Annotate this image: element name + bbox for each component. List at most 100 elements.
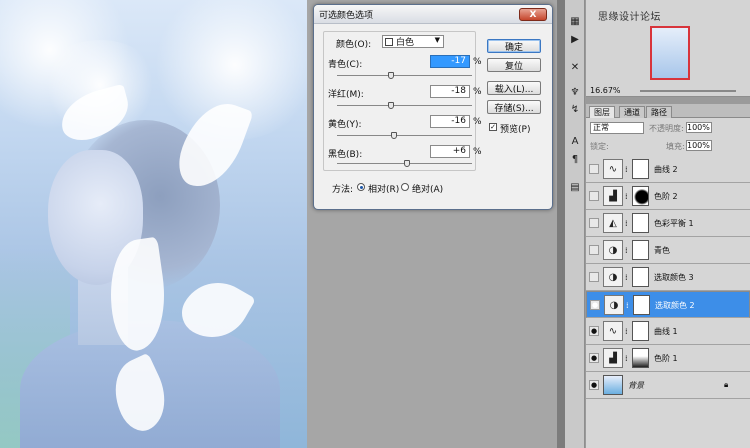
layer-name: 曲线 2 <box>654 165 678 174</box>
chain-link-icon[interactable]: ⁞ <box>625 327 628 336</box>
yellow-percent: % <box>473 117 482 127</box>
layer-row[interactable]: ◑ ⁞ 青色 <box>586 237 750 264</box>
colors-label: 颜色(O): <box>336 40 372 50</box>
history-icon[interactable]: ▦ <box>568 14 582 28</box>
chain-link-icon[interactable]: ⁞ <box>625 246 628 255</box>
chain-link-icon[interactable]: ⁞ <box>625 165 628 174</box>
tab-layers[interactable]: 图层 <box>589 106 615 118</box>
layer-name: 色阶 2 <box>654 192 678 201</box>
info-icon[interactable]: ▤ <box>568 180 582 194</box>
zoom-level[interactable]: 16.67% <box>590 86 621 95</box>
layer-name: 色阶 1 <box>654 354 678 363</box>
levels-icon: ▟ <box>603 348 623 368</box>
magenta-label: 洋红(M): <box>328 90 364 100</box>
chain-link-icon[interactable]: ⁞ <box>625 273 628 282</box>
layer-mask-thumbnail[interactable] <box>632 213 649 233</box>
visibility-eye-icon[interactable] <box>589 164 599 174</box>
visibility-eye-icon[interactable] <box>589 191 599 201</box>
layer-mask-thumbnail[interactable] <box>632 159 649 179</box>
cyan-slider-thumb[interactable] <box>388 72 394 79</box>
layer-mask-thumbnail[interactable] <box>632 267 649 287</box>
yellow-label: 黄色(Y): <box>328 120 362 130</box>
save-button[interactable]: 存储(S)... <box>487 100 541 114</box>
layer-mask-thumbnail[interactable] <box>632 321 649 341</box>
layer-row[interactable]: ● ∿ ⁞ 曲线 1 <box>586 318 750 345</box>
layer-mask-thumbnail[interactable] <box>633 295 650 315</box>
dialog-title: 可选颜色选项 <box>314 5 552 24</box>
layer-row[interactable]: ● 背景 🔒︎ <box>586 372 750 399</box>
layer-row[interactable]: ▟ ⁞ 色阶 2 <box>586 183 750 210</box>
method-relative-radio[interactable] <box>357 183 365 191</box>
load-button[interactable]: 载入(L)... <box>487 81 541 95</box>
visibility-eye-icon[interactable]: ● <box>589 353 599 363</box>
cyan-value-input[interactable]: -17 <box>430 55 470 68</box>
tab-paths[interactable]: 路径 <box>646 106 672 118</box>
brush-tool-icon[interactable]: ✕ <box>568 60 582 74</box>
opacity-input[interactable]: 100% <box>686 122 712 133</box>
yellow-slider-track[interactable] <box>337 135 472 136</box>
visibility-eye-icon[interactable]: ● <box>589 326 599 336</box>
chevron-down-icon: ▼ <box>434 36 440 44</box>
panel-divider <box>557 0 565 448</box>
cyan-slider-track[interactable] <box>337 75 472 76</box>
close-button[interactable]: X <box>519 8 547 21</box>
layer-mask-thumbnail[interactable] <box>632 186 649 206</box>
magenta-slider-track[interactable] <box>337 105 472 106</box>
magenta-value-input[interactable]: -18 <box>430 85 470 98</box>
visibility-eye-icon[interactable]: ● <box>590 300 600 310</box>
layer-row[interactable]: ● ◑ ⁞ 选取颜色 2 <box>586 291 750 318</box>
preview-checkbox[interactable]: ✓ <box>489 123 497 131</box>
magenta-slider-thumb[interactable] <box>388 102 394 109</box>
layer-name: 曲线 1 <box>654 327 678 336</box>
panel-toolstrip: ▦ ▶ ✕ ♆ ↯ A ¶ ▤ <box>565 0 585 448</box>
chain-link-icon[interactable]: ⁞ <box>625 219 628 228</box>
opacity-label: 不透明度: <box>649 124 684 133</box>
layer-row[interactable]: ◭ ⁞ 色彩平衡 1 <box>586 210 750 237</box>
white-swatch-icon <box>385 37 393 46</box>
fill-input[interactable]: 100% <box>686 140 712 151</box>
lock-icon: 🔒︎ <box>724 380 729 389</box>
yellow-value-input[interactable]: -16 <box>430 115 470 128</box>
adjust-icon: ◑ <box>604 295 624 315</box>
actions-icon[interactable]: ▶ <box>568 32 582 46</box>
fill-label: 填充: <box>666 142 685 151</box>
visibility-eye-icon[interactable] <box>589 218 599 228</box>
layer-name: 色彩平衡 1 <box>654 219 694 228</box>
paths-icon[interactable]: ↯ <box>568 102 582 116</box>
ok-button[interactable]: 确定 <box>487 39 541 53</box>
black-slider-thumb[interactable] <box>404 160 411 167</box>
visibility-eye-icon[interactable] <box>589 245 599 255</box>
chain-link-icon[interactable]: ⁞ <box>626 301 629 310</box>
tab-channels[interactable]: 通道 <box>619 106 645 118</box>
watermark-text: 思缘设计论坛 <box>598 12 661 23</box>
clone-icon[interactable]: ♆ <box>568 85 582 99</box>
colors-select[interactable]: 白色 ▼ <box>382 35 444 48</box>
reset-button[interactable]: 复位 <box>487 58 541 72</box>
layer-row[interactable]: ● ▟ ⁞ 色阶 1 <box>586 345 750 372</box>
chain-link-icon[interactable]: ⁞ <box>625 354 628 363</box>
layer-mask-thumbnail[interactable] <box>632 348 649 368</box>
zoom-slider[interactable] <box>640 90 736 92</box>
layer-mask-thumbnail[interactable] <box>632 240 649 260</box>
visibility-eye-icon[interactable] <box>589 272 599 282</box>
character-icon[interactable]: A <box>568 134 582 148</box>
chain-link-icon[interactable]: ⁞ <box>625 192 628 201</box>
cyan-percent: % <box>473 57 482 67</box>
method-absolute-radio[interactable] <box>401 183 409 191</box>
layer-name: 背景 <box>628 381 644 390</box>
layer-row[interactable]: ◑ ⁞ 选取颜色 3 <box>586 264 750 291</box>
yellow-slider-thumb[interactable] <box>390 132 397 139</box>
blend-mode-select[interactable]: 正常 <box>590 122 644 134</box>
preview-label: 预览(P) <box>500 125 531 135</box>
visibility-eye-icon[interactable]: ● <box>589 380 599 390</box>
color-adjust-group: 颜色(O): 白色 ▼ 青色(C): -17 % 洋红(M): -18 % 黄色… <box>323 31 482 171</box>
curves-icon: ∿ <box>603 159 623 179</box>
photo-canvas <box>0 0 307 448</box>
navigator-preview[interactable] <box>650 26 690 80</box>
black-percent: % <box>473 147 482 157</box>
black-value-input[interactable]: +6 <box>430 145 470 158</box>
black-label: 黑色(B): <box>328 150 363 160</box>
lock-label: 锁定: <box>590 142 609 151</box>
layer-row[interactable]: ∿ ⁞ 曲线 2 <box>586 156 750 183</box>
paragraph-icon[interactable]: ¶ <box>568 152 582 166</box>
